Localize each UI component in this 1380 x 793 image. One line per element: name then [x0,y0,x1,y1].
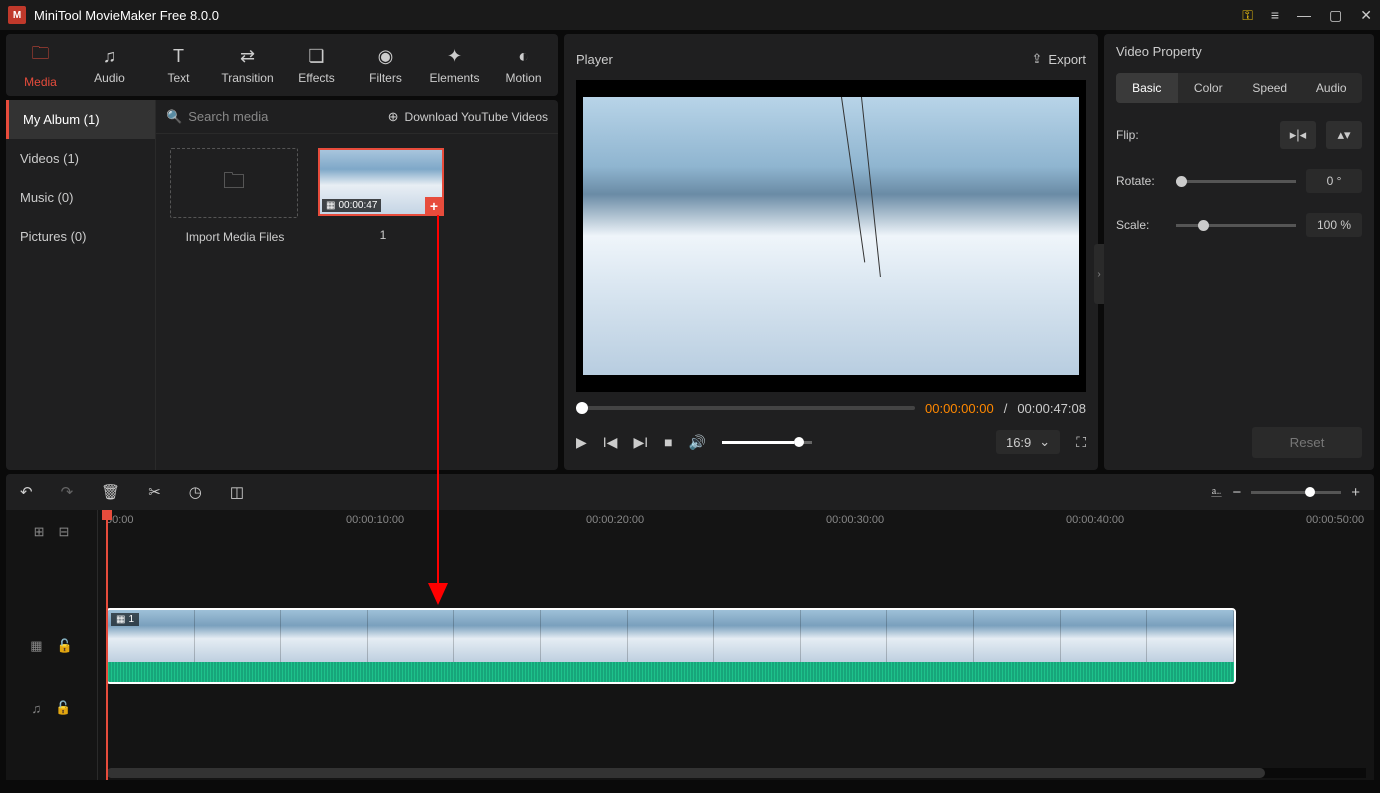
sidebar-item-videos[interactable]: Videos (1) [6,139,155,178]
delete-button[interactable]: 🗑 [101,483,120,501]
remove-track-button[interactable]: ⊟ [59,524,70,540]
redo-button[interactable]: ↷ [61,483,74,501]
clip-waveform [108,662,1234,682]
preview-area[interactable] [576,80,1086,392]
tool-audio[interactable]: ♫Audio [75,34,144,96]
scrub-bar[interactable] [576,406,915,410]
sidebar-item-music[interactable]: Music (0) [6,178,155,217]
tool-text[interactable]: TText [144,34,213,96]
search-input[interactable]: Search media [188,109,381,124]
property-panel: › Video Property Basic Color Speed Audio… [1104,34,1374,470]
folder-icon: 🗀 [223,164,245,202]
video-icon: ▦ [326,200,335,211]
flip-label: Flip: [1116,128,1166,142]
audio-track-head: ♫ 🔓 [6,686,97,730]
tab-speed[interactable]: Speed [1239,73,1301,103]
media-clip[interactable]: ▦00:00:47 + 1 [318,148,448,242]
lock-icon[interactable]: 🔓 [57,638,73,654]
chevron-down-icon: ⌄ [1039,434,1050,450]
volume-slider[interactable] [722,441,812,444]
stop-button[interactable]: ■ [664,434,672,450]
import-label: Import Media Files [170,230,300,244]
minimize-icon[interactable]: — [1297,7,1311,23]
undo-button[interactable]: ↶ [20,483,33,501]
fit-button[interactable]: ⎁ [1210,484,1222,501]
clip-duration: 00:00:47 [338,200,377,211]
scale-label: Scale: [1116,218,1166,232]
music-track-icon: ♫ [32,701,42,716]
time-sep: / [1004,401,1008,416]
main-toolbar: 🗀Media ♫Audio TText ⇄Transition ❏Effects… [6,34,558,96]
flip-horizontal-button[interactable]: ▸|◂ [1280,121,1316,149]
media-sidebar: My Album (1) Videos (1) Music (0) Pictur… [6,100,156,470]
collapse-handle[interactable]: › [1094,244,1104,304]
add-track-button[interactable]: ⊞ [34,524,45,540]
video-track-icon: ▦ [30,638,42,654]
playhead[interactable] [106,510,108,780]
flip-vertical-button[interactable]: ▴▾ [1326,121,1362,149]
sidebar-item-album[interactable]: My Album (1) [6,100,155,139]
search-icon[interactable]: 🔍 [166,109,182,125]
timeline-clip[interactable]: ▦1 [106,608,1236,684]
property-title: Video Property [1116,44,1362,59]
video-track[interactable]: ▦1 [98,606,1374,686]
key-icon[interactable]: ⚿ [1242,7,1253,24]
volume-icon[interactable]: 🔊 [689,434,706,451]
export-button[interactable]: ⇪ Export [1032,51,1086,67]
clip-icon: ▦ [116,614,125,625]
titlebar: M MiniTool MovieMaker Free 8.0.0 ⚿ ≡ — ▢… [0,0,1380,30]
timeline-scrollbar[interactable] [106,768,1366,778]
split-button[interactable]: ✂ [148,483,161,501]
tool-transition[interactable]: ⇄Transition [213,34,282,96]
tool-motion[interactable]: ◐Motion [489,34,558,96]
zoom-out-button[interactable]: − [1232,484,1241,501]
rotate-label: Rotate: [1116,174,1166,188]
sidebar-item-pictures[interactable]: Pictures (0) [6,217,155,256]
aspect-select[interactable]: 16:9⌄ [996,430,1060,454]
speed-button[interactable]: ◷ [189,483,202,501]
track-add-row: ⊞ ⊟ [6,510,97,554]
tool-filters[interactable]: ◉Filters [351,34,420,96]
export-icon: ⇪ [1032,51,1043,67]
rotate-slider[interactable] [1176,180,1296,183]
import-media[interactable]: 🗀 Import Media Files [170,148,300,244]
zoom-slider[interactable] [1251,491,1341,494]
tab-basic[interactable]: Basic [1116,73,1178,103]
crop-button[interactable]: ◫ [230,483,244,501]
time-ruler[interactable]: 00:00 00:00:10:00 00:00:20:00 00:00:30:0… [98,510,1374,554]
app-title: MiniTool MovieMaker Free 8.0.0 [34,8,1242,23]
tab-audio[interactable]: Audio [1301,73,1363,103]
menu-icon[interactable]: ≡ [1271,7,1279,23]
tool-elements[interactable]: ✦Elements [420,34,489,96]
timeline-toolbar: ↶ ↷ 🗑 ✂ ◷ ◫ ⎁ − + [6,474,1374,510]
video-track-head: ▦ 🔓 [6,606,97,686]
youtube-icon[interactable]: ⊕ [388,109,399,125]
zoom-in-button[interactable]: + [1351,484,1360,501]
audio-track[interactable] [98,686,1374,736]
clip-label: 1 [318,228,448,242]
maximize-icon[interactable]: ▢ [1329,7,1342,24]
prev-frame-button[interactable]: I◀ [603,434,618,451]
fullscreen-button[interactable]: ⛶ [1076,434,1086,451]
app-logo: M [8,6,26,24]
tool-media[interactable]: 🗀Media [6,34,75,96]
lock-icon[interactable]: 🔓 [55,700,71,716]
player-panel: Player ⇪ Export 00:00:00:00 / 00:00:47:0… [564,34,1098,470]
play-button[interactable]: ▶ [576,434,587,451]
add-clip-button[interactable]: + [425,197,443,215]
download-youtube[interactable]: Download YouTube Videos [405,110,548,124]
scale-value[interactable]: 100 % [1306,213,1362,237]
player-title: Player [576,52,1032,67]
scale-slider[interactable] [1176,224,1296,227]
time-current: 00:00:00:00 [925,401,994,416]
reset-button[interactable]: Reset [1252,427,1362,458]
close-icon[interactable]: ✕ [1360,7,1372,24]
tool-effects[interactable]: ❏Effects [282,34,351,96]
rotate-value[interactable]: 0 ° [1306,169,1362,193]
next-frame-button[interactable]: ▶I [633,434,648,451]
tab-color[interactable]: Color [1178,73,1240,103]
time-total: 00:00:47:08 [1017,401,1086,416]
